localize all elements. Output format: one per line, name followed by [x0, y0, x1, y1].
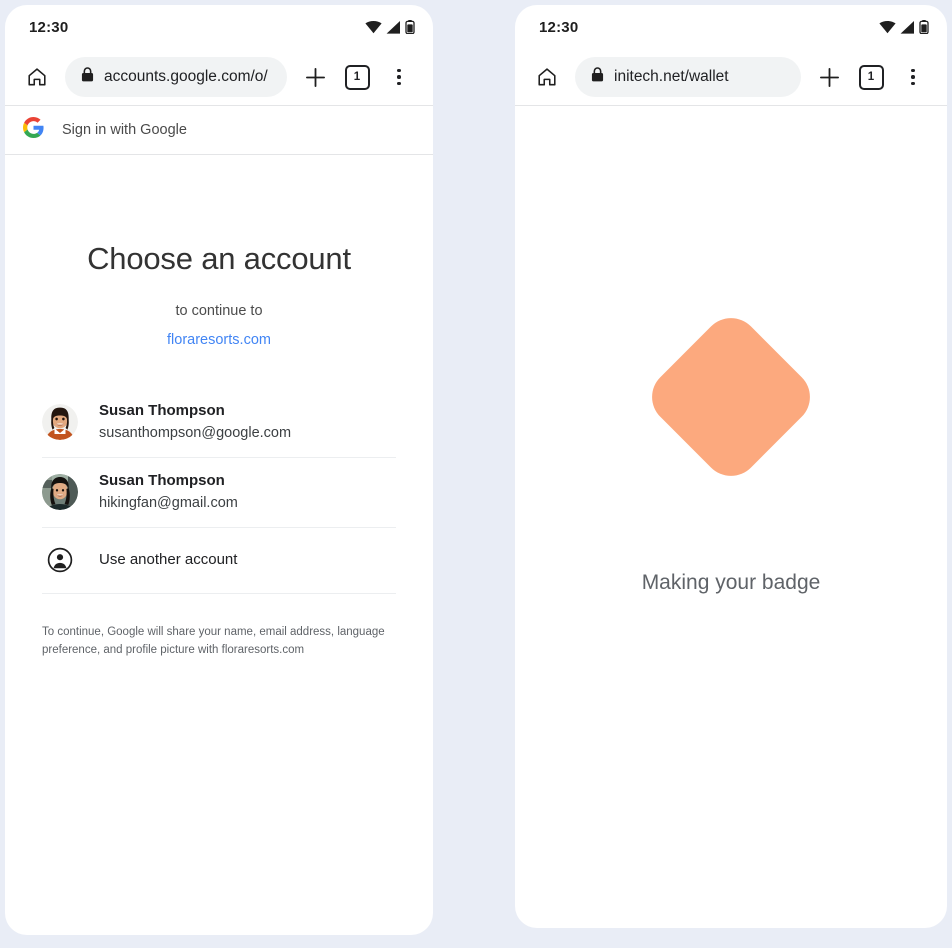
wifi-icon — [879, 20, 896, 34]
avatar — [42, 473, 78, 510]
cell-signal-icon — [900, 20, 915, 34]
tab-switcher-button-left[interactable]: 1 — [337, 57, 377, 97]
continue-label: to continue to — [175, 303, 263, 319]
battery-icon — [405, 20, 415, 34]
more-vertical-icon — [397, 68, 401, 86]
status-icons — [879, 20, 929, 34]
url-bar-right[interactable]: initech.net/wallet — [575, 57, 801, 97]
signin-content: Choose an account to continue to florare… — [5, 241, 433, 659]
avatar — [42, 403, 78, 440]
google-signin-title: Sign in with Google — [62, 122, 187, 138]
lock-icon — [81, 67, 94, 87]
plus-icon — [819, 67, 840, 88]
account-info: Susan Thompson susanthompson@google.com — [99, 402, 291, 442]
lock-icon — [591, 67, 604, 87]
wallet-loading-content: Making your badge — [515, 106, 947, 928]
overflow-menu-button-left[interactable] — [379, 57, 419, 97]
phone-panel-right: 12:30 initech.net/wallet 1 Making your b… — [515, 5, 947, 928]
browser-toolbar-right: initech.net/wallet 1 — [515, 49, 947, 105]
wifi-icon — [365, 20, 382, 34]
google-signin-header: Sign in with Google — [5, 106, 433, 154]
status-icons — [365, 20, 415, 34]
browser-toolbar-left: accounts.google.com/o/ 1 — [5, 49, 433, 105]
privacy-disclaimer: To continue, Google will share your name… — [42, 625, 385, 656]
account-list: Susan Thompson susanthompson@google.com — [42, 388, 396, 594]
overflow-menu-button-right[interactable] — [893, 57, 933, 97]
url-text-left: accounts.google.com/o/ — [104, 68, 268, 85]
phone-panel-left: 12:30 accounts.google.com/o/ 1 Sign in w… — [5, 5, 433, 935]
status-bar-left: 12:30 — [5, 5, 433, 49]
status-bar-right: 12:30 — [515, 5, 947, 49]
account-info: Susan Thompson hikingfan@gmail.com — [99, 472, 238, 512]
gsi-divider — [5, 154, 433, 155]
home-button-right[interactable] — [527, 57, 567, 97]
tab-count-badge: 1 — [344, 64, 370, 90]
plus-icon — [305, 67, 326, 88]
google-g-icon — [23, 117, 44, 143]
tab-switcher-button-right[interactable]: 1 — [851, 57, 891, 97]
use-another-account-row[interactable]: Use another account — [42, 528, 396, 594]
account-row[interactable]: Susan Thompson hikingfan@gmail.com — [42, 458, 396, 528]
cell-signal-icon — [386, 20, 401, 34]
url-text-right: initech.net/wallet — [614, 68, 729, 85]
account-name: Susan Thompson — [99, 402, 225, 419]
screenshot-stage: 12:30 accounts.google.com/o/ 1 Sign in w… — [0, 0, 952, 948]
status-time: 12:30 — [539, 18, 579, 36]
use-another-account-label: Use another account — [99, 551, 238, 569]
home-button-left[interactable] — [17, 57, 57, 97]
page-title: Choose an account — [87, 241, 351, 276]
home-icon — [26, 66, 48, 88]
account-row[interactable]: Susan Thompson susanthompson@google.com — [42, 388, 396, 458]
badge-placeholder-shape — [640, 306, 822, 488]
status-time: 12:30 — [29, 18, 69, 36]
url-bar-left[interactable]: accounts.google.com/o/ — [65, 57, 287, 97]
home-icon — [536, 66, 558, 88]
account-circle-icon — [42, 542, 78, 578]
tab-count-badge: 1 — [858, 64, 884, 90]
account-email: susanthompson@google.com — [99, 424, 292, 441]
account-name: Susan Thompson — [99, 471, 225, 489]
new-tab-button-right[interactable] — [809, 57, 849, 97]
battery-icon — [919, 20, 929, 34]
more-vertical-icon — [911, 68, 915, 86]
target-domain-link[interactable]: floraresorts.com — [5, 332, 433, 348]
new-tab-button-left[interactable] — [295, 57, 335, 97]
account-email: hikingfan@gmail.com — [99, 494, 238, 511]
wallet-status-text: Making your badge — [641, 571, 821, 594]
